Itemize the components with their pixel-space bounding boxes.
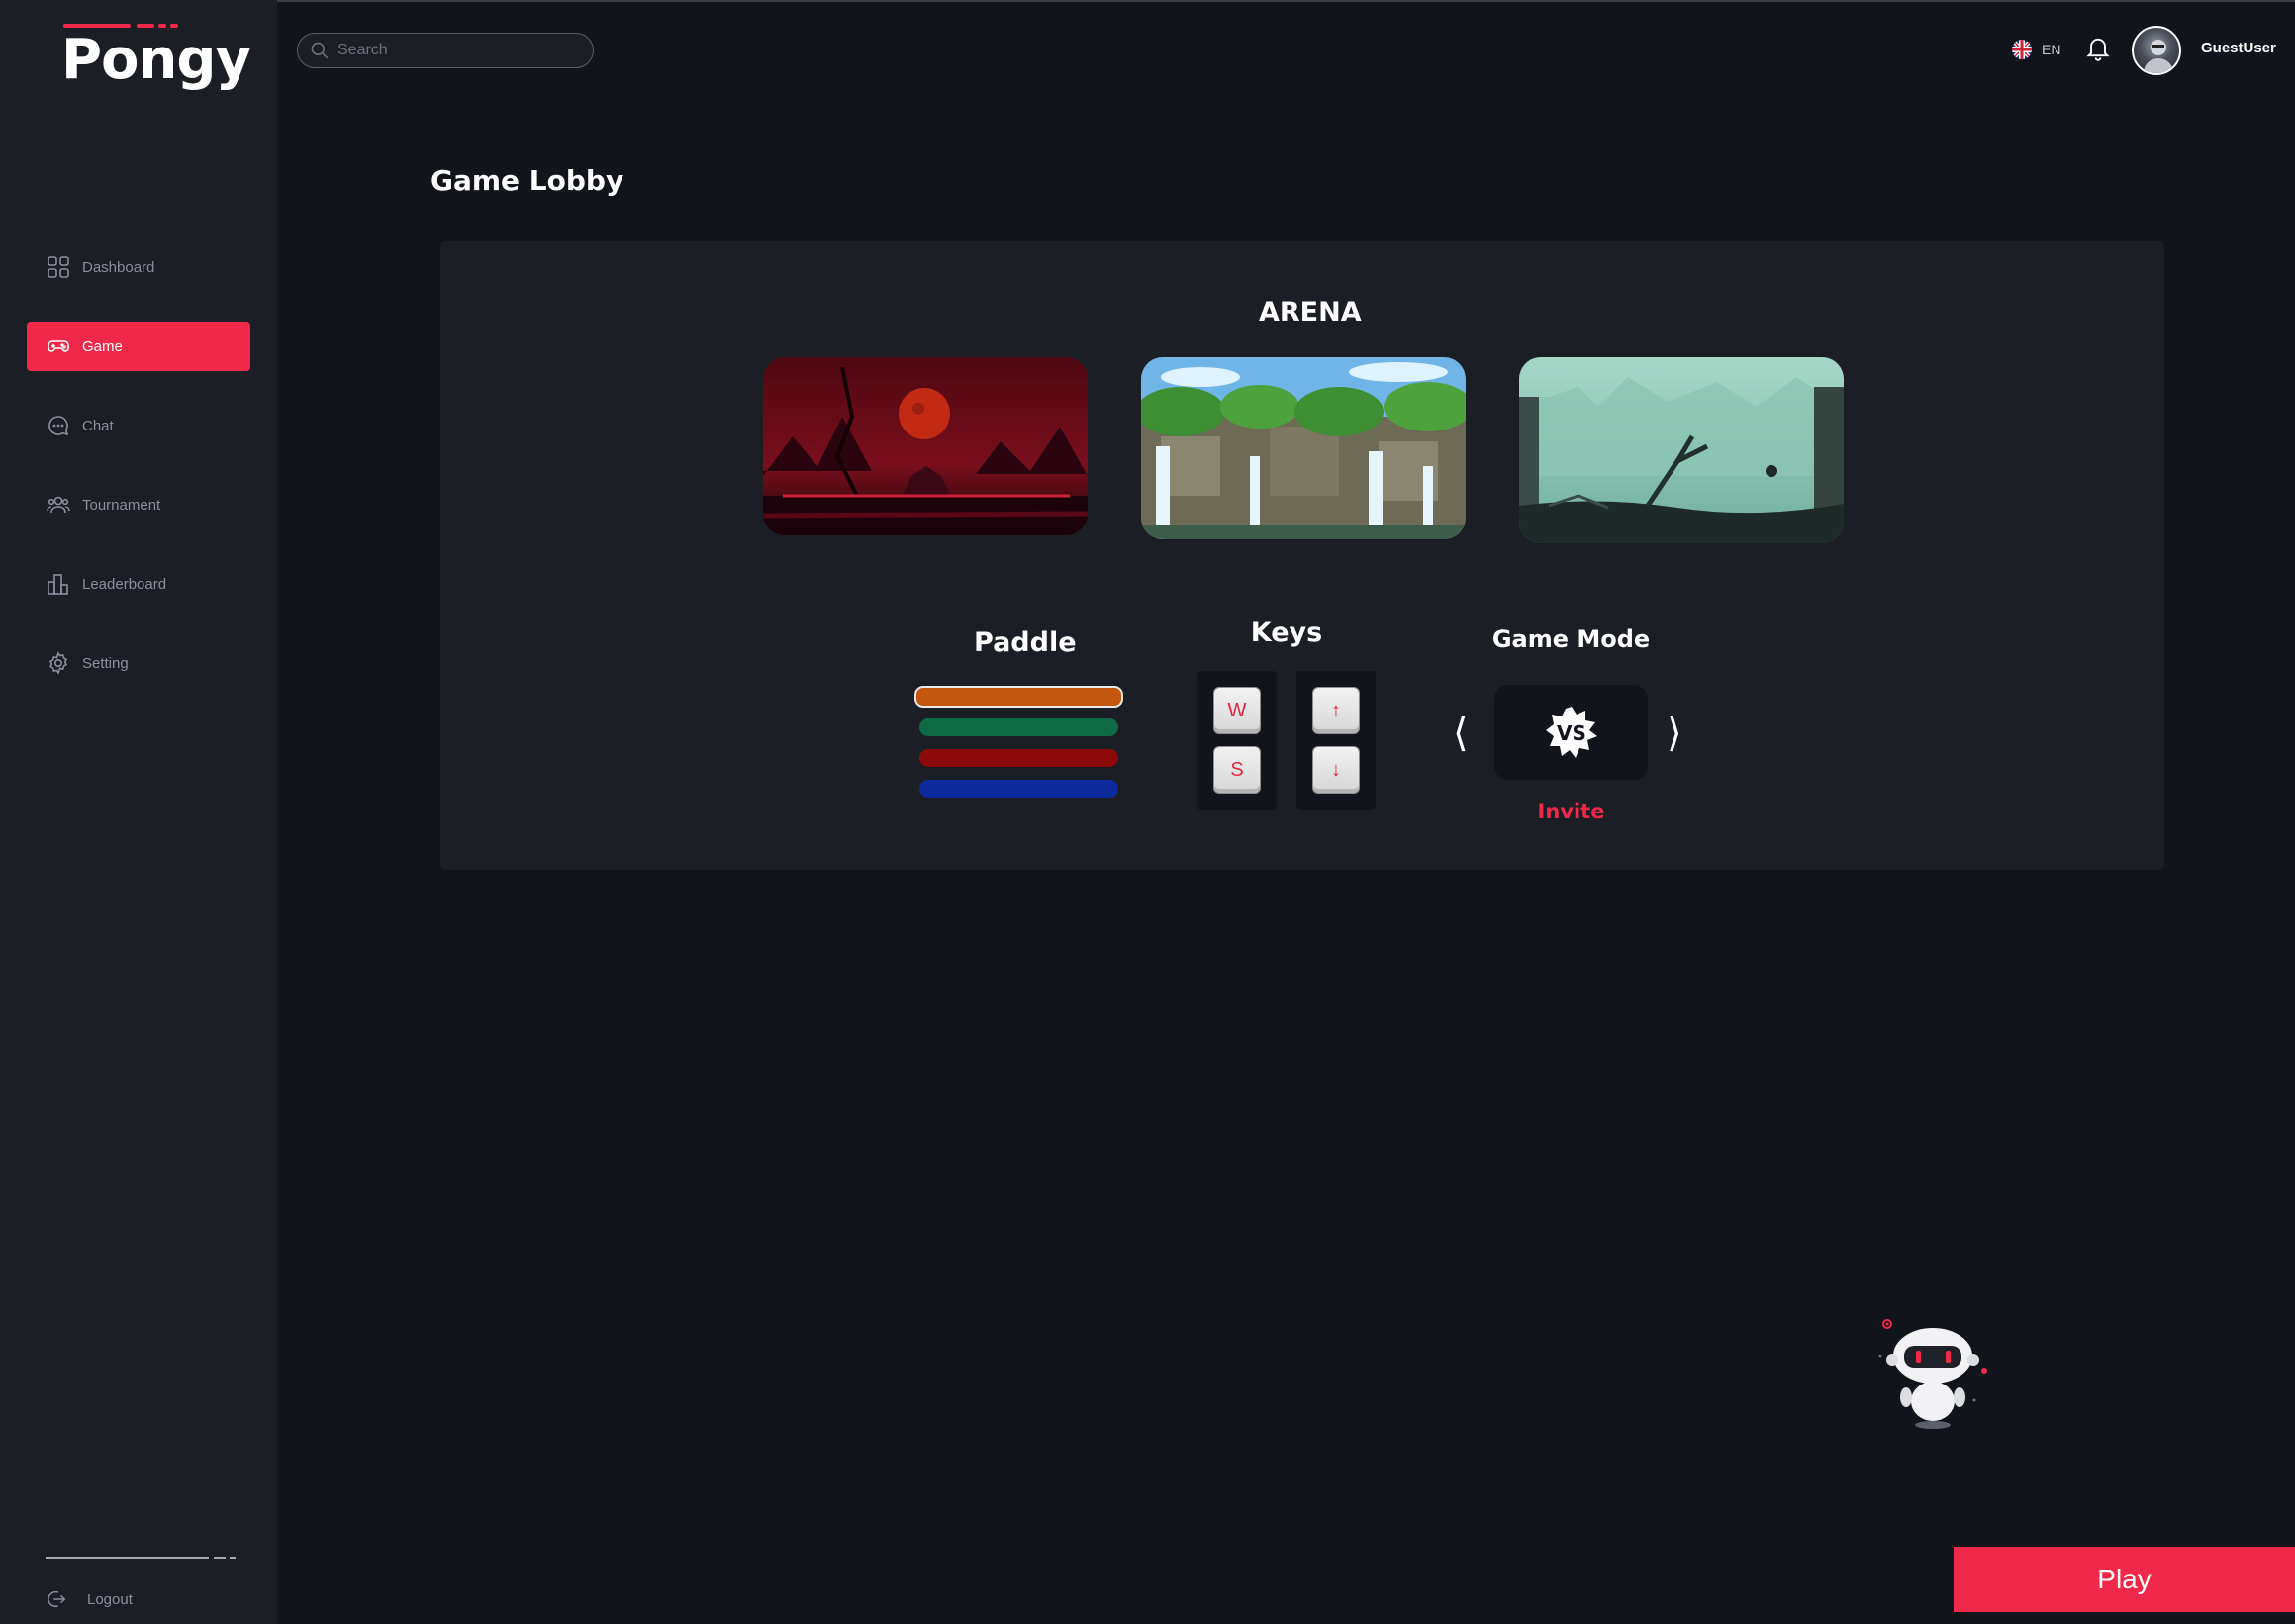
logout-icon — [46, 1588, 67, 1610]
sidebar-item-tournament[interactable]: Tournament — [27, 480, 250, 529]
paddle-option-orange[interactable] — [914, 686, 1123, 708]
page-title: Game Lobby — [430, 164, 624, 197]
bar-chart-icon — [47, 572, 70, 596]
paddle-option-green[interactable] — [919, 718, 1118, 736]
vs-label: VS — [1557, 721, 1586, 745]
sidebar-item-label: Game — [82, 337, 123, 355]
player1-keys: W S — [1197, 671, 1277, 810]
search-bar[interactable] — [297, 33, 594, 68]
key-s[interactable]: S — [1214, 747, 1260, 793]
uk-flag-icon — [2012, 40, 2032, 59]
sidebar-item-label: Tournament — [82, 496, 161, 514]
logout-button[interactable]: Logout — [46, 1583, 133, 1615]
chevron-left-icon[interactable]: ⟨ — [1453, 711, 1469, 756]
arena-map-misty-ruins[interactable] — [1519, 357, 1844, 543]
gamepad-icon — [47, 334, 70, 358]
keys-title: Keys — [1250, 618, 1323, 648]
arena-map-waterfall-jungle[interactable] — [1141, 357, 1466, 539]
game-mode-title: Game Mode — [1491, 625, 1651, 653]
sidebar-item-leaderboard[interactable]: Leaderboard — [27, 559, 250, 609]
arena-map-blood-moon[interactable] — [763, 357, 1088, 535]
username[interactable]: GuestUser — [2201, 40, 2276, 56]
users-icon — [47, 493, 70, 517]
key-arrow-up[interactable]: ↑ — [1313, 688, 1359, 733]
paddle-option-blue[interactable] — [919, 780, 1118, 798]
sidebar-item-setting[interactable]: Setting — [27, 638, 250, 688]
arena-title: ARENA — [1259, 297, 1362, 328]
grid-icon — [47, 255, 70, 279]
vs-icon: VS — [1545, 707, 1597, 758]
robot-assistant-icon[interactable] — [1870, 1316, 1999, 1435]
paddle-option-red[interactable] — [919, 749, 1118, 767]
sidebar-item-chat[interactable]: Chat — [27, 401, 250, 450]
sidebar-item-label: Setting — [82, 654, 129, 672]
paddle-title: Paddle — [974, 627, 1077, 658]
play-button[interactable]: Play — [1954, 1547, 2295, 1612]
sidebar-item-game[interactable]: Game — [27, 322, 250, 371]
bell-icon[interactable] — [2084, 34, 2112, 61]
app-logo[interactable]: Pongy — [61, 28, 251, 92]
chat-bubble-icon — [47, 414, 70, 437]
search-icon — [310, 41, 330, 60]
sidebar-item-dashboard[interactable]: Dashboard — [27, 242, 250, 292]
chevron-right-icon[interactable]: ⟩ — [1667, 711, 1682, 756]
sidebar-divider — [46, 1557, 236, 1559]
sidebar-item-label: Chat — [82, 417, 114, 434]
logout-label: Logout — [87, 1590, 133, 1608]
sidebar-item-label: Leaderboard — [82, 575, 167, 593]
search-input[interactable] — [337, 42, 575, 59]
invite-button[interactable]: Invite — [1494, 800, 1648, 823]
sidebar-item-label: Dashboard — [82, 258, 155, 276]
language-code: EN — [2042, 42, 2061, 57]
player2-keys: ↑ ↓ — [1296, 671, 1376, 810]
key-arrow-down[interactable]: ↓ — [1313, 747, 1359, 793]
language-selector[interactable]: EN — [2012, 38, 2060, 61]
window-top-border — [0, 0, 2295, 2]
avatar[interactable] — [2132, 26, 2181, 75]
gear-icon — [47, 651, 70, 675]
game-mode-selector[interactable]: VS — [1494, 685, 1648, 780]
key-w[interactable]: W — [1214, 688, 1260, 733]
sidebar: Pongy Dashboard Game Chat Tournament Lea… — [0, 0, 277, 1624]
